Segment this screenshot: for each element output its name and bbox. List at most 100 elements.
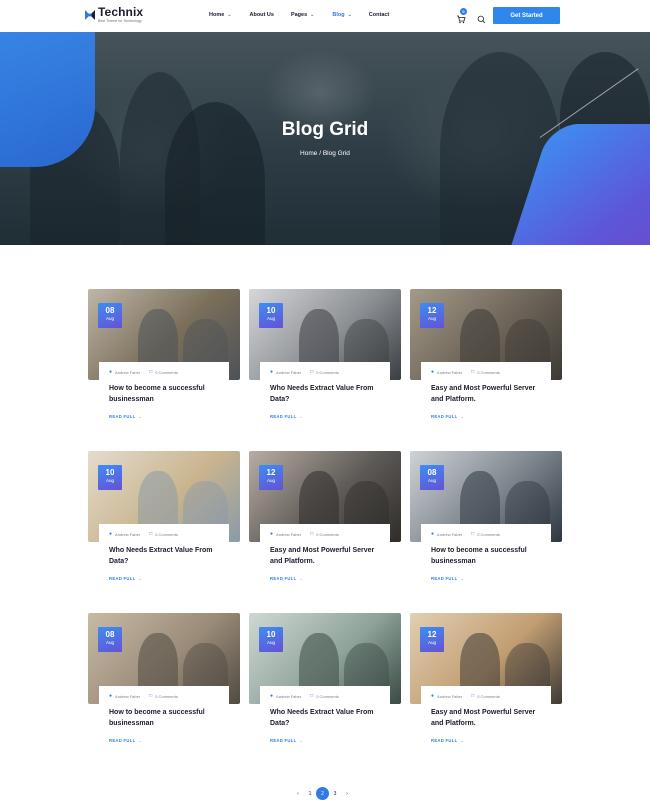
- read-more-label: READ FULL: [270, 738, 297, 743]
- post-comments[interactable]: 0 Comments: [316, 694, 339, 699]
- pagination-page-3[interactable]: 3: [329, 788, 341, 800]
- post-title[interactable]: How to become a successful businessman: [109, 707, 227, 729]
- read-more-label: READ FULL: [431, 738, 458, 743]
- comment-icon: □: [310, 531, 314, 537]
- date-day: 12: [427, 630, 437, 639]
- arrow-right-icon: →: [298, 576, 303, 581]
- blog-card-body: ● Andrew Faber □ 0 Comments How to becom…: [99, 362, 229, 432]
- post-title[interactable]: Who Needs Extract Value From Data?: [109, 545, 227, 567]
- nav-item-contact[interactable]: Contact: [369, 12, 389, 18]
- date-badge: 08 Aug: [98, 303, 122, 328]
- date-month: Aug: [105, 640, 114, 645]
- pagination-page-2[interactable]: 2: [316, 787, 329, 800]
- post-title[interactable]: Easy and Most Powerful Server and Platfo…: [431, 707, 549, 729]
- post-author[interactable]: Andrew Faber: [115, 370, 140, 375]
- post-meta: ● Andrew Faber □ 0 Comments: [109, 369, 229, 375]
- post-comments[interactable]: 0 Comments: [477, 694, 500, 699]
- post-comments[interactable]: 0 Comments: [477, 370, 500, 375]
- post-comments[interactable]: 0 Comments: [316, 370, 339, 375]
- nav-label-pages: Pages: [290, 12, 308, 18]
- user-icon: ●: [109, 531, 113, 537]
- date-badge: 10 Aug: [259, 627, 283, 652]
- blog-card-body: ● Andrew Faber □ 0 Comments Easy and Mos…: [260, 524, 390, 594]
- post-author[interactable]: Andrew Faber: [115, 694, 140, 699]
- read-more-label: READ FULL: [109, 576, 136, 581]
- post-comments[interactable]: 0 Comments: [155, 532, 178, 537]
- post-title[interactable]: Easy and Most Powerful Server and Platfo…: [431, 383, 549, 405]
- read-more-link[interactable]: READ FULL →: [109, 738, 142, 743]
- nav-label-blog: Blog: [332, 12, 345, 18]
- comment-icon: □: [471, 369, 475, 375]
- date-day: 10: [266, 306, 276, 315]
- read-more-label: READ FULL: [109, 738, 136, 743]
- post-meta: ● Andrew Faber □ 0 Comments: [270, 531, 390, 537]
- user-icon: ●: [270, 369, 274, 375]
- post-comments[interactable]: 0 Comments: [477, 532, 500, 537]
- brand-name: Technix: [98, 5, 144, 19]
- pagination-page-1[interactable]: 1: [304, 788, 316, 800]
- post-meta: ● Andrew Faber □ 0 Comments: [109, 531, 229, 537]
- date-month: Aug: [105, 316, 114, 321]
- date-day: 08: [105, 630, 115, 639]
- read-more-link[interactable]: READ FULL →: [270, 738, 303, 743]
- post-author[interactable]: Andrew Faber: [437, 532, 462, 537]
- date-badge: 08 Aug: [420, 465, 444, 490]
- post-author[interactable]: Andrew Faber: [115, 532, 140, 537]
- arrow-right-icon: →: [459, 576, 464, 581]
- date-badge: 12 Aug: [259, 465, 283, 490]
- search-icon[interactable]: [477, 11, 486, 24]
- read-more-link[interactable]: READ FULL →: [109, 414, 142, 419]
- date-month: Aug: [266, 478, 275, 483]
- date-month: Aug: [427, 478, 436, 483]
- post-title[interactable]: Who Needs Extract Value From Data?: [270, 383, 388, 405]
- post-author[interactable]: Andrew Faber: [437, 694, 462, 699]
- logo[interactable]: Technix Best Theme for Technology: [84, 6, 143, 24]
- date-badge: 08 Aug: [98, 627, 122, 652]
- read-more-link[interactable]: READ FULL →: [109, 576, 142, 581]
- blog-card-body: ● Andrew Faber □ 0 Comments Who Needs Ex…: [99, 524, 229, 594]
- date-day: 08: [427, 468, 437, 477]
- nav-item-pages[interactable]: Pages ⌄: [291, 12, 314, 18]
- read-more-link[interactable]: READ FULL →: [431, 414, 464, 419]
- nav-item-blog[interactable]: Blog ⌄: [332, 12, 351, 18]
- read-more-link[interactable]: READ FULL →: [270, 414, 303, 419]
- date-month: Aug: [105, 478, 114, 483]
- read-more-link[interactable]: READ FULL →: [270, 576, 303, 581]
- blog-card-body: ● Andrew Faber □ 0 Comments Who Needs Ex…: [260, 362, 390, 432]
- date-day: 10: [266, 630, 276, 639]
- post-title[interactable]: Easy and Most Powerful Server and Platfo…: [270, 545, 388, 567]
- date-month: Aug: [266, 316, 275, 321]
- user-icon: ●: [431, 693, 435, 699]
- post-title[interactable]: How to become a successful businessman: [431, 545, 549, 567]
- read-more-link[interactable]: READ FULL →: [431, 738, 464, 743]
- read-more-link[interactable]: READ FULL →: [431, 576, 464, 581]
- nav-item-home[interactable]: Home ⌄: [209, 12, 231, 18]
- post-title[interactable]: How to become a successful businessman: [109, 383, 227, 405]
- brand-tagline: Best Theme for Technology: [98, 19, 142, 23]
- arrow-right-icon: →: [137, 576, 142, 581]
- logo-mark-icon: [84, 8, 96, 22]
- post-meta: ● Andrew Faber □ 0 Comments: [109, 693, 229, 699]
- read-more-label: READ FULL: [109, 414, 136, 419]
- post-comments[interactable]: 0 Comments: [155, 694, 178, 699]
- post-author[interactable]: Andrew Faber: [276, 370, 301, 375]
- user-icon: ●: [109, 369, 113, 375]
- blog-card-body: ● Andrew Faber □ 0 Comments How to becom…: [99, 686, 229, 756]
- pagination-prev[interactable]: ‹: [292, 788, 304, 800]
- breadcrumb-home[interactable]: Home: [300, 150, 317, 157]
- date-badge: 10 Aug: [259, 303, 283, 328]
- nav-item-about[interactable]: About Us: [249, 12, 273, 18]
- user-icon: ●: [109, 693, 113, 699]
- arrow-right-icon: →: [459, 738, 464, 743]
- breadcrumb-separator: /: [319, 150, 322, 157]
- get-started-button[interactable]: Get Started: [493, 7, 560, 24]
- post-comments[interactable]: 0 Comments: [316, 532, 339, 537]
- post-title[interactable]: Who Needs Extract Value From Data?: [270, 707, 388, 729]
- post-author[interactable]: Andrew Faber: [437, 370, 462, 375]
- post-author[interactable]: Andrew Faber: [276, 694, 301, 699]
- pagination-next[interactable]: ›: [341, 788, 353, 800]
- breadcrumb: Home / Blog Grid: [0, 150, 650, 157]
- post-meta: ● Andrew Faber □ 0 Comments: [270, 369, 390, 375]
- post-author[interactable]: Andrew Faber: [276, 532, 301, 537]
- post-comments[interactable]: 0 Comments: [155, 370, 178, 375]
